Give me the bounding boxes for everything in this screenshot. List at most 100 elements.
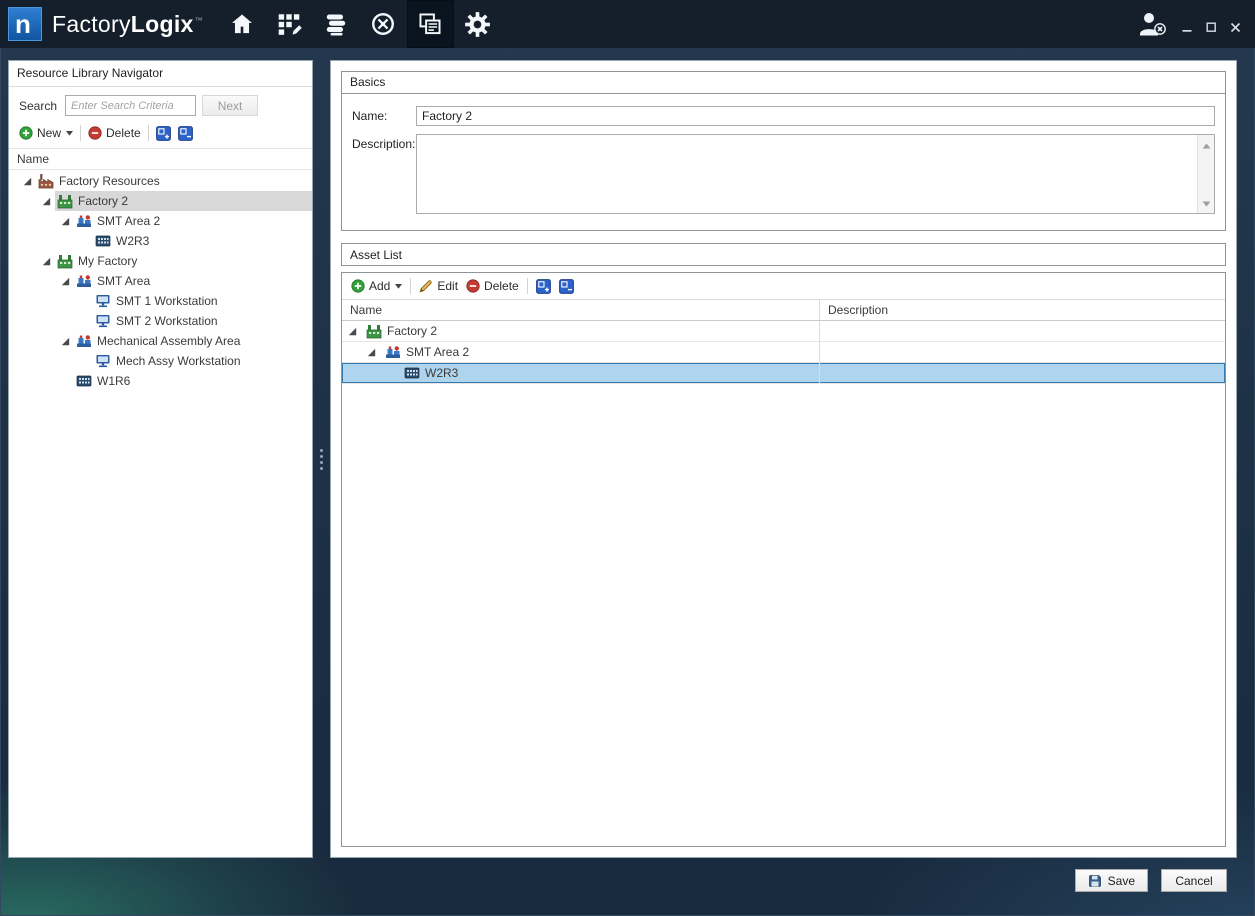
tree-item[interactable]: SMT 1 Workstation	[9, 291, 312, 311]
column-header-description[interactable]: Description	[820, 300, 1225, 320]
caret-down-icon	[66, 131, 73, 136]
app-logo: n	[8, 7, 42, 41]
titlebar-right-controls	[1136, 10, 1255, 38]
logistics-icon[interactable]	[313, 0, 360, 48]
tree-item[interactable]: SMT Area	[9, 271, 312, 291]
save-button[interactable]: Save	[1075, 869, 1148, 892]
navigator-toolbar: New Delete	[9, 122, 312, 148]
factory-icon	[38, 173, 54, 189]
tree-item[interactable]: W2R3	[9, 231, 312, 251]
add-circle-icon	[351, 279, 365, 293]
site-icon	[366, 323, 382, 339]
area-icon	[385, 344, 401, 360]
area-icon	[76, 213, 92, 229]
asset-grid-rows: Factory 2 SMT Area 2 W2R3	[342, 321, 1225, 384]
edit-button-label: Edit	[437, 279, 458, 293]
tree-item-label: W1R6	[97, 374, 130, 388]
tree-item-label: Mechanical Assembly Area	[97, 334, 240, 348]
tree-item[interactable]: SMT Area 2	[9, 211, 312, 231]
name-label: Name:	[352, 106, 416, 126]
new-button-label: New	[37, 126, 61, 140]
site-icon	[57, 253, 73, 269]
tree-item-label: SMT 2 Workstation	[116, 314, 218, 328]
resource-tree: Factory Resources Factory 2 SMT Area 2 W2R3…	[9, 170, 312, 857]
asset-row[interactable]: Factory 2	[342, 321, 1225, 342]
delete-button[interactable]: Delete	[88, 126, 141, 140]
expander-icon[interactable]	[42, 257, 51, 266]
expand-all-button[interactable]	[536, 279, 551, 294]
delete-button-label: Delete	[484, 279, 519, 293]
expander-icon[interactable]	[61, 277, 70, 286]
name-input[interactable]	[416, 106, 1215, 126]
delete-asset-button[interactable]: Delete	[466, 279, 519, 293]
library-icon[interactable]	[407, 0, 454, 48]
next-button[interactable]: Next	[202, 95, 258, 116]
collapse-all-button[interactable]	[178, 126, 193, 141]
tree-item-label: SMT Area	[97, 274, 150, 288]
tree-item-label: SMT Area 2	[97, 214, 160, 228]
panel-splitter[interactable]	[313, 60, 330, 858]
trademark: ™	[195, 16, 203, 25]
description-scrollbar[interactable]	[1197, 135, 1214, 213]
title-bar: n FactoryLogix™	[0, 0, 1255, 48]
expand-all-button[interactable]	[156, 126, 171, 141]
home-icon[interactable]	[219, 0, 266, 48]
expander-icon[interactable]	[61, 217, 70, 226]
asset-row[interactable]: W2R3	[342, 363, 1225, 384]
close-button[interactable]	[1230, 22, 1241, 33]
tree-item-label: Factory Resources	[59, 174, 160, 188]
basics-section: Basics Name: Description:	[341, 71, 1226, 231]
search-label: Search	[19, 99, 57, 113]
asset-name-label: W2R3	[425, 366, 458, 380]
tree-item[interactable]: My Factory	[9, 251, 312, 271]
npi-icon[interactable]	[266, 0, 313, 48]
scroll-up-icon[interactable]	[1202, 138, 1211, 152]
window-controls	[1182, 22, 1241, 33]
splitter-grip-icon	[320, 449, 323, 470]
asset-name-label: Factory 2	[387, 324, 437, 338]
workstation-icon	[95, 293, 111, 309]
expander-icon[interactable]	[42, 197, 51, 206]
asset-description-cell	[820, 363, 1225, 383]
expander-spacer	[386, 369, 395, 378]
add-button[interactable]: Add	[351, 279, 402, 293]
edit-button[interactable]: Edit	[419, 279, 458, 293]
tree-item[interactable]: W1R6	[9, 371, 312, 391]
cancel-button[interactable]: Cancel	[1161, 869, 1227, 892]
production-icon[interactable]	[360, 0, 407, 48]
description-input[interactable]	[417, 135, 1197, 213]
area-icon	[76, 273, 92, 289]
expander-icon[interactable]	[348, 327, 357, 336]
basics-section-title: Basics	[342, 72, 1225, 94]
workstation-icon	[95, 313, 111, 329]
settings-icon[interactable]	[454, 0, 501, 48]
brand-light: Factory	[52, 11, 131, 37]
expander-icon[interactable]	[367, 348, 376, 357]
collapse-all-button[interactable]	[559, 279, 574, 294]
minimize-button[interactable]	[1182, 22, 1193, 33]
search-input[interactable]	[65, 95, 196, 116]
delete-button-label: Delete	[106, 126, 141, 140]
maximize-button[interactable]	[1206, 22, 1217, 33]
asset-list-body: Add Edit Delete	[341, 272, 1226, 847]
search-row: Search Next	[9, 87, 312, 122]
tree-item-label: W2R3	[116, 234, 149, 248]
expander-spacer	[80, 357, 89, 366]
tree-item[interactable]: Mech Assy Workstation	[9, 351, 312, 371]
tree-item[interactable]: Mechanical Assembly Area	[9, 331, 312, 351]
asset-row[interactable]: SMT Area 2	[342, 342, 1225, 363]
tree-item[interactable]: Factory Resources	[9, 171, 312, 191]
scroll-down-icon[interactable]	[1202, 196, 1211, 210]
user-button[interactable]	[1136, 10, 1168, 38]
column-header-name[interactable]: Name	[342, 300, 820, 320]
expander-icon[interactable]	[23, 177, 32, 186]
asset-grid-header: Name Description	[342, 300, 1225, 321]
toolbar-separator	[527, 278, 528, 294]
tree-item[interactable]: SMT 2 Workstation	[9, 311, 312, 331]
tree-item-label: SMT 1 Workstation	[116, 294, 218, 308]
expander-spacer	[80, 237, 89, 246]
expander-icon[interactable]	[61, 337, 70, 346]
column-header-name[interactable]: Name	[9, 148, 312, 170]
tree-item[interactable]: Factory 2	[9, 191, 312, 211]
new-button[interactable]: New	[19, 126, 73, 140]
